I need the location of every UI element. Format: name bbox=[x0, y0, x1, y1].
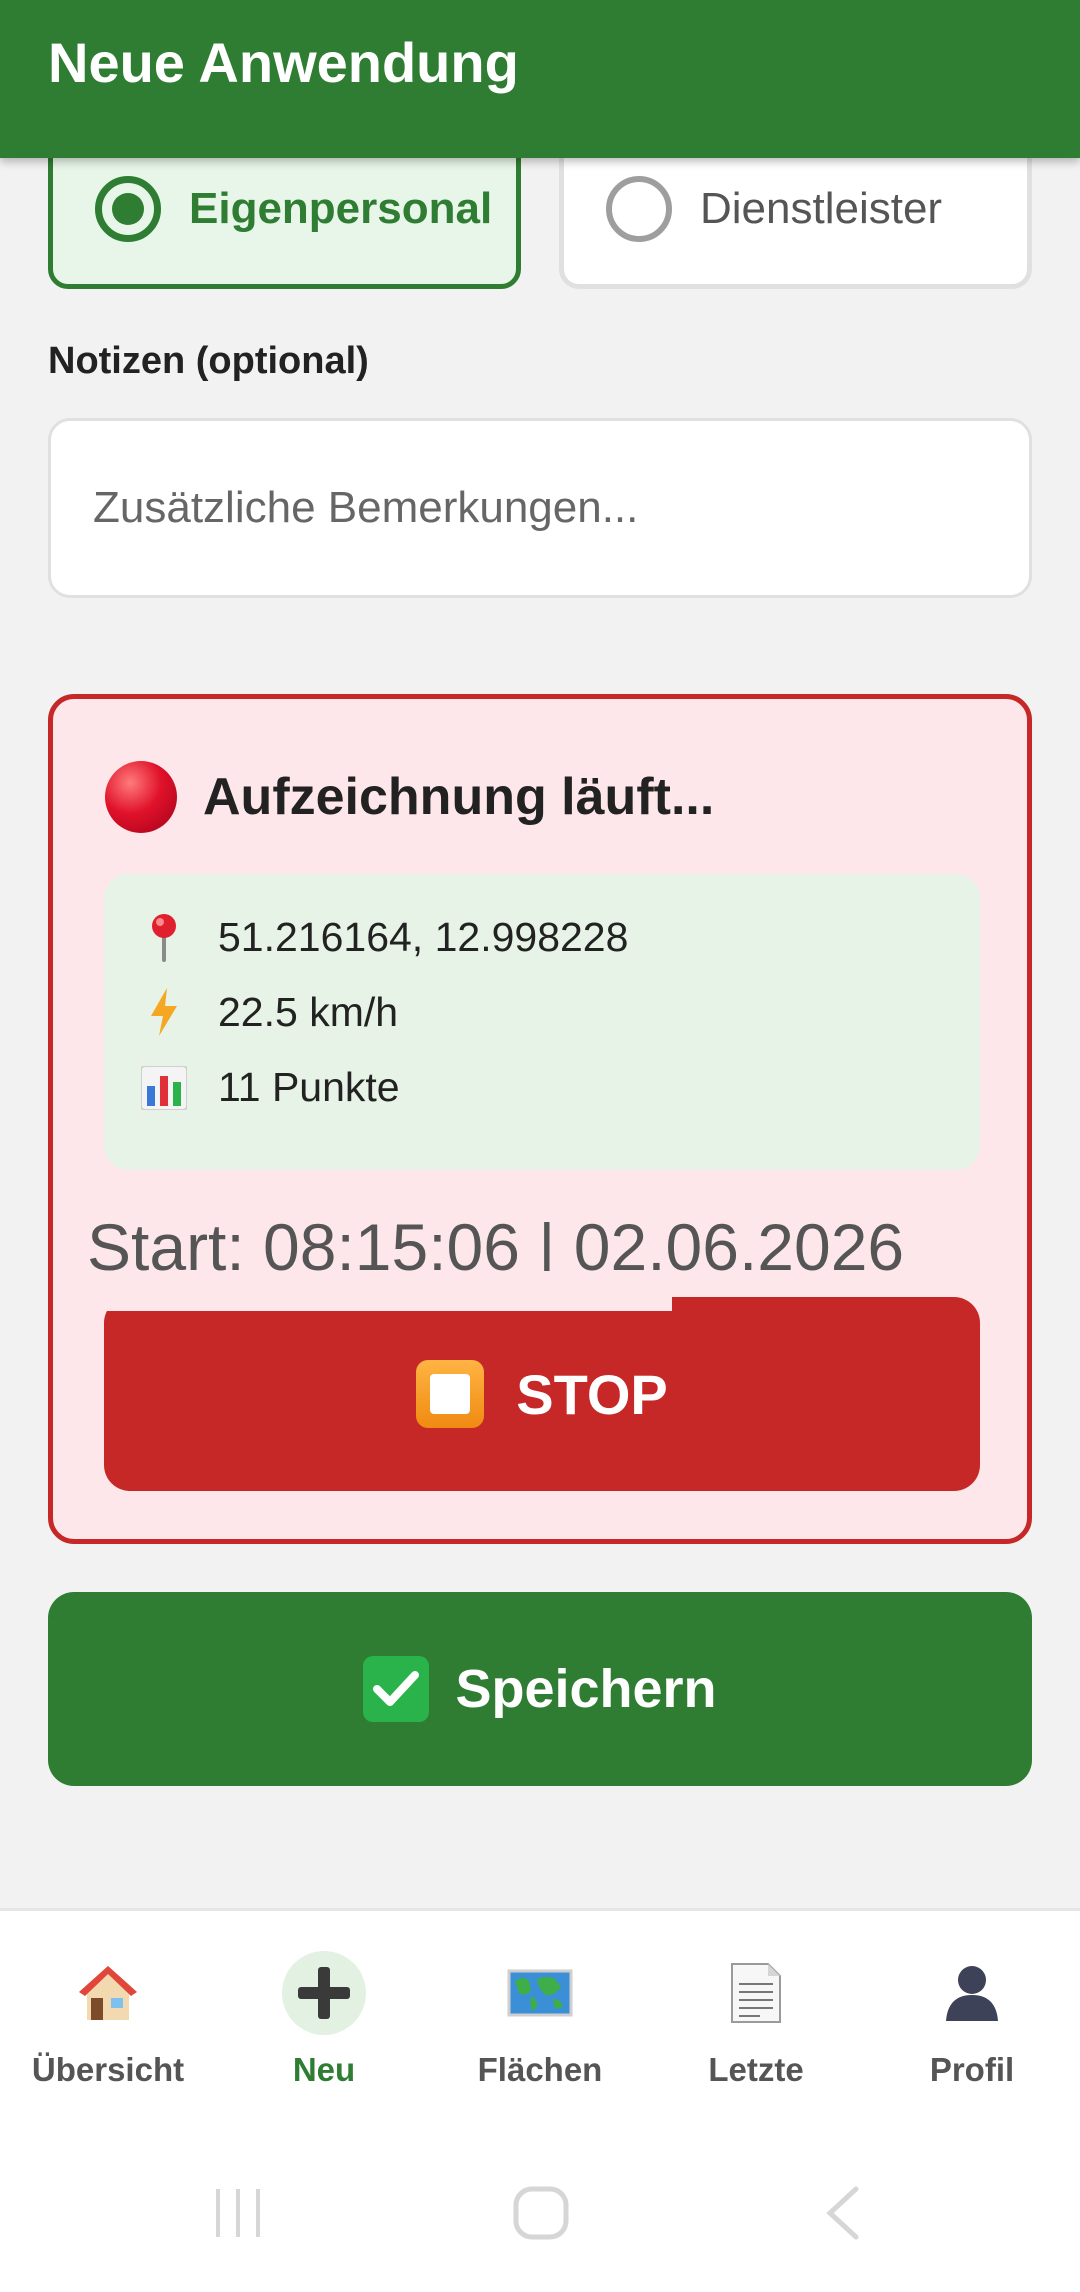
radio-unchecked-icon bbox=[606, 175, 672, 242]
notes-input[interactable] bbox=[48, 418, 1032, 598]
nav-item-letzte[interactable]: Letzte bbox=[648, 1951, 864, 2121]
nav-label: Übersicht bbox=[31, 2051, 185, 2088]
check-mark-icon bbox=[363, 1656, 430, 1722]
back-button-icon[interactable] bbox=[822, 2183, 862, 2243]
radio-label: Dienstleister bbox=[700, 183, 943, 233]
recent-apps-icon[interactable] bbox=[214, 2183, 264, 2243]
bottom-nav: Übersicht Neu Flächen Letzte Profil bbox=[0, 1908, 1080, 2292]
stop-square-icon bbox=[416, 1360, 485, 1428]
gps-info-box: 51.216164, 12.998228 22.5 km/h 11 Punkte bbox=[104, 874, 980, 1170]
stop-button-notch bbox=[104, 1271, 672, 1311]
recording-card: Aufzeichnung läuft... 51.216164, 12.9982… bbox=[48, 694, 1032, 1544]
nav-label: Neu bbox=[292, 2051, 356, 2088]
recording-header: Aufzeichnung läuft... bbox=[105, 761, 714, 833]
pushpin-icon bbox=[140, 912, 188, 962]
red-circle-icon bbox=[105, 761, 177, 833]
radio-label: Eigenpersonal bbox=[189, 183, 493, 233]
speed-row: 22.5 km/h bbox=[140, 988, 398, 1036]
nav-label: Flächen bbox=[477, 2051, 603, 2088]
user-silhouette-icon bbox=[930, 1951, 1014, 2035]
points-value: 11 Punkte bbox=[218, 1064, 400, 1110]
coordinates-row: 51.216164, 12.998228 bbox=[140, 912, 628, 962]
page-title: Neue Anwendung bbox=[48, 31, 519, 94]
save-button[interactable]: Speichern bbox=[48, 1592, 1032, 1786]
radio-checked-icon bbox=[95, 175, 161, 242]
coordinates-value: 51.216164, 12.998228 bbox=[218, 913, 629, 960]
stop-button[interactable]: STOP bbox=[104, 1271, 980, 1491]
speed-value: 22.5 km/h bbox=[218, 988, 399, 1035]
points-row: 11 Punkte bbox=[140, 1064, 400, 1111]
nav-item-profil[interactable]: Profil bbox=[864, 1951, 1080, 2121]
recording-title: Aufzeichnung läuft... bbox=[203, 768, 715, 826]
notes-label: Notizen (optional) bbox=[48, 340, 369, 382]
nav-label: Letzte bbox=[708, 2051, 804, 2088]
lightning-icon bbox=[140, 988, 188, 1036]
nav-item-flaechen[interactable]: Flächen bbox=[432, 1951, 648, 2121]
world-map-icon bbox=[498, 1951, 582, 2035]
app-bar: Neue Anwendung bbox=[0, 0, 1080, 158]
nav-item-uebersicht[interactable]: Übersicht bbox=[0, 1951, 216, 2121]
plus-icon bbox=[282, 1951, 366, 2035]
save-label: Speichern bbox=[455, 1659, 717, 1719]
bar-chart-icon bbox=[140, 1065, 188, 1110]
stop-label: STOP bbox=[516, 1362, 668, 1426]
system-navigation-bar bbox=[0, 2183, 1080, 2263]
house-icon bbox=[66, 1951, 150, 2035]
nav-item-neu[interactable]: Neu bbox=[216, 1951, 432, 2121]
document-icon bbox=[714, 1951, 798, 2035]
home-button-icon[interactable] bbox=[512, 2183, 570, 2243]
nav-label: Profil bbox=[929, 2051, 1015, 2088]
form-content: Eigenpersonal Dienstleister Notizen (opt… bbox=[0, 0, 1080, 1908]
